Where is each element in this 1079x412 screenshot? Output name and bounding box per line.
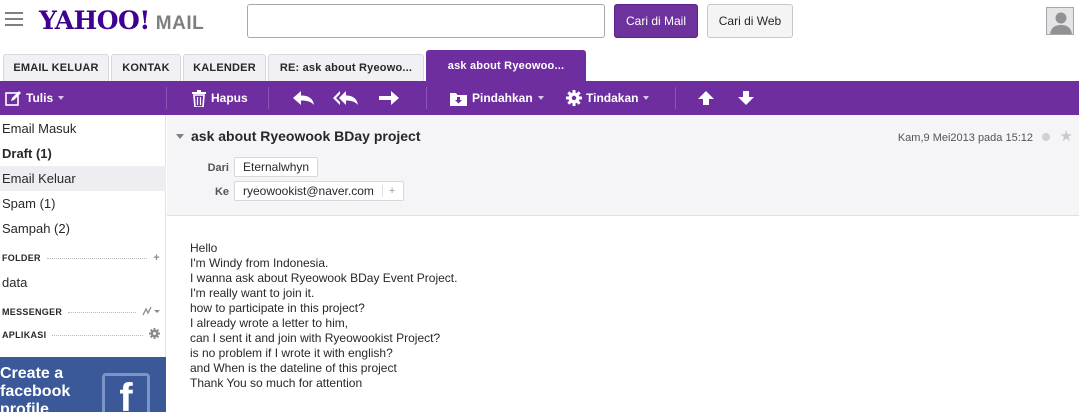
body-line: is no problem if I wrote it with english…: [190, 346, 393, 360]
chevron-down-icon: [537, 96, 544, 100]
arrow-up-icon: [698, 91, 714, 105]
logo-mail-text: MAIL: [155, 13, 205, 34]
unread-dot-icon[interactable]: [1042, 133, 1050, 141]
divider: [68, 311, 136, 313]
compose-icon: [5, 90, 21, 106]
message-date: Kam,9 Mei2013 pada 15:12: [897, 132, 1033, 144]
reply-all-icon: [333, 91, 358, 105]
reply-all-button[interactable]: [332, 81, 360, 115]
toolbar-divider: [426, 87, 427, 109]
star-icon[interactable]: ★: [1060, 127, 1073, 145]
search-web-button[interactable]: Cari di Web: [707, 4, 793, 38]
move-label: Pindahkan: [472, 91, 533, 105]
add-folder-icon[interactable]: +: [153, 252, 160, 264]
sidebar-folder-data[interactable]: data: [0, 270, 166, 295]
move-folder-icon: [450, 92, 467, 106]
apps-heading-label: APLIKASI: [2, 330, 47, 340]
actions-label: Tindakan: [586, 91, 639, 105]
menu-icon[interactable]: [5, 12, 23, 26]
arrow-down-icon: [738, 91, 754, 105]
facebook-logo-icon: f: [102, 373, 150, 412]
collapse-chevron-icon[interactable]: [176, 134, 184, 139]
add-contact-icon[interactable]: +: [381, 185, 395, 197]
facebook-ad[interactable]: Create a facebook profile f: [0, 357, 166, 412]
reply-icon: [293, 91, 314, 105]
ad-text: Create a facebook profile: [0, 365, 71, 412]
message-header: ask about Ryeowook BDay project Kam,9 Me…: [167, 115, 1079, 216]
body-line: Hello: [190, 241, 218, 255]
apps-section-heading: APLIKASI: [2, 328, 160, 342]
sidebar-item-trash[interactable]: Sampah (2): [0, 216, 166, 241]
tab-email-keluar[interactable]: EMAIL KELUAR: [3, 54, 109, 81]
delete-label: Hapus: [211, 91, 248, 105]
toolbar-divider: [268, 87, 269, 109]
body-line: can I sent it and join with Ryeowookist …: [190, 331, 441, 345]
body-line: I wanna ask about Ryeowook BDay Event Pr…: [190, 271, 458, 285]
body-line: I'm Windy from Indonesia.: [190, 256, 329, 270]
toolbar-divider: [675, 87, 676, 109]
folder-heading-label: FOLDER: [2, 253, 41, 263]
previous-message-button[interactable]: [698, 81, 714, 115]
logo-yahoo-text: YAHOO!: [39, 6, 150, 35]
message-body: Hello I'm Windy from Indonesia. I wanna …: [190, 241, 457, 391]
search-mail-button[interactable]: Cari di Mail: [614, 4, 698, 38]
messenger-heading-label: MESSENGER: [2, 307, 63, 317]
to-label: Ke: [214, 186, 229, 198]
trash-icon: [192, 89, 206, 107]
avatar[interactable]: [1046, 7, 1074, 35]
delete-button[interactable]: Hapus: [192, 81, 248, 115]
body-line: how to participate in this project?: [190, 301, 365, 315]
sidebar-item-drafts[interactable]: Draft (1): [0, 141, 166, 166]
tab-bar: EMAIL KELUAR KONTAK KALENDER RE: ask abo…: [0, 50, 1079, 81]
messenger-section-heading: MESSENGER: [2, 305, 160, 319]
body-line: and When is the dateline of this project: [190, 361, 397, 375]
message-pane: ask about Ryeowook BDay project Kam,9 Me…: [167, 115, 1079, 412]
sidebar-item-sent[interactable]: Email Keluar: [0, 166, 166, 191]
divider: [52, 334, 143, 336]
toolbar-divider: [166, 87, 167, 109]
from-sender: Eternalwhyn: [243, 160, 310, 174]
sidebar-item-inbox[interactable]: Email Masuk: [0, 116, 166, 141]
forward-button[interactable]: [378, 81, 400, 115]
tab-kontak[interactable]: KONTAK: [111, 54, 181, 81]
forward-icon: [379, 91, 399, 105]
yahoo-mail-logo[interactable]: YAHOO! MAIL: [39, 6, 204, 36]
divider: [46, 257, 148, 259]
body-line: I'm really want to join it.: [190, 286, 315, 300]
tab-re-ask-about[interactable]: RE: ask about Ryeowo...: [268, 54, 424, 81]
messenger-status-icon[interactable]: [142, 306, 160, 319]
user-silhouette-icon: [1047, 8, 1073, 34]
message-subject: ask about Ryeowook BDay project: [191, 128, 421, 144]
to-recipient: ryeowookist@naver.com: [243, 184, 374, 198]
folder-section-heading: FOLDER +: [2, 251, 160, 265]
from-sender-pill[interactable]: Eternalwhyn: [234, 157, 319, 177]
apps-settings-icon[interactable]: [149, 328, 160, 342]
compose-label: Tulis: [26, 91, 54, 105]
to-recipient-pill[interactable]: ryeowookist@naver.com +: [234, 181, 405, 201]
chevron-down-icon: [643, 96, 650, 100]
body-line: I already wrote a letter to him,: [190, 316, 349, 330]
tab-kalender[interactable]: KALENDER: [183, 54, 266, 81]
search-input[interactable]: [247, 4, 605, 38]
from-label: Dari: [207, 162, 229, 174]
gear-icon: [566, 90, 582, 106]
top-bar: YAHOO! MAIL Cari di Mail Cari di Web: [0, 0, 1079, 50]
actions-button[interactable]: Tindakan: [566, 81, 650, 115]
sidebar-item-spam[interactable]: Spam (1): [0, 191, 166, 216]
body-line: Thank You so much for attention: [190, 376, 363, 390]
chevron-down-icon: [58, 96, 65, 100]
move-button[interactable]: Pindahkan: [450, 81, 544, 115]
tab-ask-about-active[interactable]: ask about Ryeowoo...: [426, 50, 586, 81]
message-toolbar: Tulis Hapus Pindahkan Tindakan: [0, 81, 1079, 115]
reply-button[interactable]: [292, 81, 316, 115]
sidebar: Email Masuk Draft (1) Email Keluar Spam …: [0, 115, 166, 412]
next-message-button[interactable]: [738, 81, 754, 115]
compose-button[interactable]: Tulis: [5, 81, 65, 115]
